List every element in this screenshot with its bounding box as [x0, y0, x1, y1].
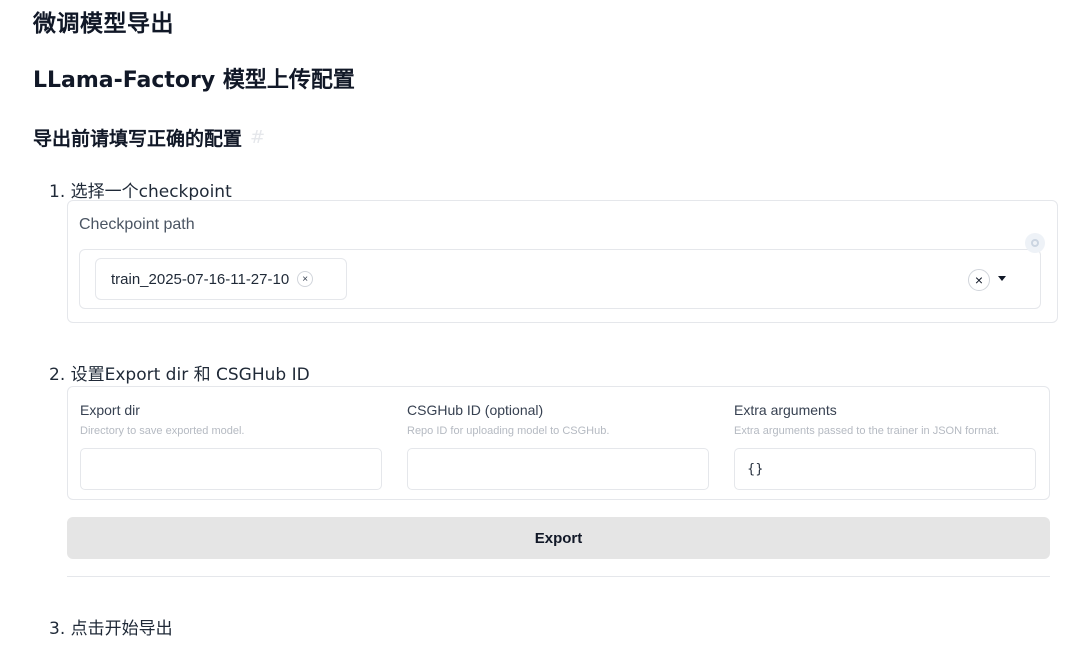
- checkpoint-chip: train_2025-07-16-11-27-10 ×: [95, 258, 347, 300]
- extra-arguments-input[interactable]: {}: [734, 448, 1036, 490]
- anchor-link-icon[interactable]: #: [250, 127, 265, 148]
- checkpoint-path-label: Checkpoint path: [79, 216, 195, 233]
- step-3-label: 3. 点击开始导出: [49, 619, 173, 639]
- clear-all-icon[interactable]: ×: [968, 269, 990, 291]
- csghub-id-label: CSGHub ID (optional): [407, 402, 544, 418]
- step-2-label: 2. 设置Export dir 和 CSGHub ID: [49, 365, 310, 385]
- divider: [67, 576, 1050, 577]
- chevron-down-icon[interactable]: [998, 276, 1006, 281]
- section-heading-text: 导出前请填写正确的配置: [33, 128, 243, 150]
- step-1-label: 1. 选择一个checkpoint: [49, 182, 232, 202]
- csghub-id-info: Repo ID for uploading model to CSGHub.: [407, 425, 610, 437]
- extra-arguments-label: Extra arguments: [734, 402, 837, 418]
- export-button[interactable]: Export: [67, 517, 1050, 559]
- checkpoint-chip-label: train_2025-07-16-11-27-10: [111, 270, 290, 288]
- loading-spinner-icon: [1025, 233, 1045, 253]
- page-subtitle: LLama-Factory 模型上传配置: [33, 68, 355, 93]
- chip-remove-icon[interactable]: ×: [297, 271, 314, 287]
- export-dir-input[interactable]: [80, 448, 382, 490]
- extra-arguments-info: Extra arguments passed to the trainer in…: [734, 425, 1000, 437]
- export-dir-label: Export dir: [80, 402, 140, 418]
- page-title: 微调模型导出: [33, 11, 174, 37]
- csghub-id-input[interactable]: [407, 448, 709, 490]
- section-heading: 导出前请填写正确的配置 #: [33, 124, 265, 151]
- export-dir-info: Directory to save exported model.: [80, 425, 245, 437]
